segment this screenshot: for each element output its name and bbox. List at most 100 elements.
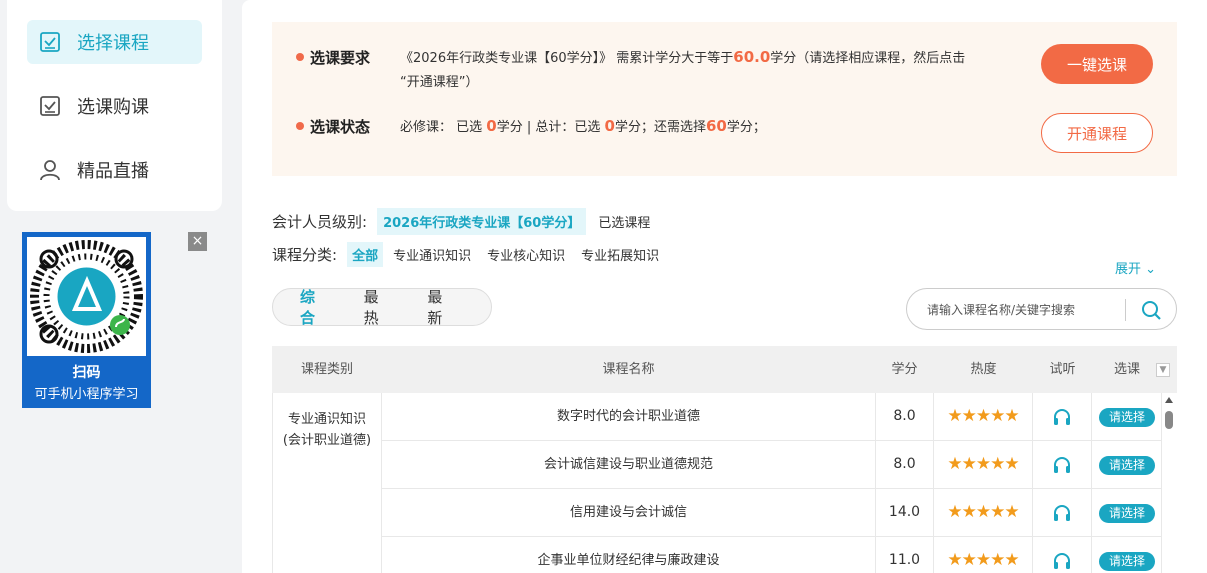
select-course-button[interactable]: 请选择 [1099,456,1155,475]
category-name: 专业通识知识 [287,412,366,427]
requirement-panel: 选课要求 《2026年行政类专业课【60学分】》 需累计学分大于等于60.0学分… [272,22,1177,176]
sort-tab-newest[interactable]: 最新 [427,286,457,328]
status-text-part: 学分 | 总计：已选 [496,120,601,135]
sort-tab-overall[interactable]: 综合 [300,286,330,328]
select-course-button[interactable]: 请选择 [1099,552,1155,571]
category-cell: 专业通识知识 (会计职业道德) [272,393,382,573]
level-chip[interactable]: 2026年行政类专业课【60学分】 [377,208,587,235]
requirement-text: 《2026年行政类专业课【60学分】》 需累计学分大于等于60.0学分（请选择相… [400,45,1020,95]
select-cell: 请选择 [1092,537,1162,573]
star-rating: ★★★★★ [934,441,1033,488]
scroll-thumb[interactable] [1165,411,1173,429]
status-text: 必修课： 已选 0学分 | 总计：已选 0学分；还需选择60学分； [400,114,1000,140]
search-box [906,288,1177,330]
checkbox-icon [39,95,61,117]
headphone-icon[interactable] [1033,489,1092,536]
sidebar-item-select-course[interactable]: 选择课程 [27,20,202,64]
table-row: 会计诚信建设与职业道德规范 8.0 ★★★★★ 请选择 [382,441,1162,489]
select-course-button[interactable]: 请选择 [1099,504,1155,523]
table-scrollbar[interactable] [1162,393,1177,573]
level-filter: 会计人员级别: 2026年行政类专业课【60学分】 已选课程 [272,208,666,235]
headphone-icon[interactable] [1033,393,1092,440]
select-cell: 请选择 [1092,489,1162,536]
qr-code-image [27,237,146,356]
level-label: 会计人员级别: [272,213,368,231]
course-credit: 14.0 [875,489,934,536]
qr-title: 扫码 [72,365,101,381]
header-credit: 学分 [891,362,918,377]
close-icon[interactable]: × [188,232,207,251]
sidebar-item-label: 选择课程 [77,33,149,54]
status-label: 选课状态 [310,118,371,136]
category-option-general[interactable]: 专业通识知识 [393,245,471,264]
sort-tabs: 综合 最热 最新 [272,286,492,328]
header-name: 课程名称 [602,362,655,377]
star-rating: ★★★★★ [934,537,1033,573]
sidebar-item-buy-course[interactable]: 选课购课 [27,84,202,128]
table-row: 信用建设与会计诚信 14.0 ★★★★★ 请选择 [382,489,1162,537]
scroll-up-icon[interactable] [1165,397,1173,403]
select-cell: 请选择 [1092,441,1162,488]
star-rating: ★★★★★ [934,393,1033,440]
required-credits: 60.0 [733,48,771,66]
headphone-icon[interactable] [1033,537,1092,573]
header-select: 选课 [1113,362,1140,377]
course-name: 数字时代的会计职业道德 [556,409,700,424]
category-sub: (会计职业道德) [282,433,372,448]
course-name: 企事业单位财经纪律与廉政建设 [537,553,720,568]
course-credit: 8.0 [875,393,934,440]
expand-toggle[interactable]: 展开 ⌄ [1115,258,1156,277]
user-icon [39,159,61,181]
category-option-extend[interactable]: 专业拓展知识 [581,245,659,264]
table-row: 企事业单位财经纪律与廉政建设 11.0 ★★★★★ 请选择 [382,537,1162,573]
bullet-dot [296,53,304,61]
requirement-text-after: 学分（请选择相应课程，然后点击 [770,51,966,66]
sidebar-item-label: 精品直播 [77,161,149,182]
headphone-icon[interactable] [1033,441,1092,488]
qr-code-panel: 扫码 可手机小程序学习 [22,232,151,408]
category-option-all[interactable]: 全部 [347,242,384,267]
required-selected-credits: 0 [486,117,497,135]
requirement-text-before: 《2026年行政类专业课【60学分】》 需累计学分大于等于 [400,51,734,66]
star-rating: ★★★★★ [934,489,1033,536]
total-selected-credits: 0 [604,117,615,135]
main-content: 选课要求 《2026年行政类专业课【60学分】》 需累计学分大于等于60.0学分… [242,0,1207,573]
table-row: 数字时代的会计职业道德 8.0 ★★★★★ 请选择 [382,393,1162,441]
category-option-core[interactable]: 专业核心知识 [487,245,565,264]
sidebar-item-live[interactable]: 精品直播 [27,148,202,192]
course-credit: 8.0 [875,441,934,488]
sort-tab-hottest[interactable]: 最热 [364,286,394,328]
status-text-part: 学分； [726,120,766,135]
course-name: 信用建设与会计诚信 [569,505,687,520]
category-filter: 课程分类: 全部 专业通识知识 专业核心知识 专业拓展知识 [272,242,675,267]
bullet-dot [296,122,304,130]
checkbox-icon [39,31,61,53]
qr-subtitle: 可手机小程序学习 [34,387,139,402]
category-label: 课程分类: [272,246,338,264]
search-icon[interactable] [1140,299,1162,321]
header-category: 课程类别 [300,362,353,377]
expand-label: 展开 [1115,262,1142,277]
remaining-credits: 60 [705,117,727,135]
sidebar-item-label: 选课购课 [77,97,149,118]
requirement-text-line2: “开通课程”） [400,75,479,90]
requirement-label: 选课要求 [310,49,371,67]
dropdown-icon[interactable]: ▼ [1156,363,1170,377]
course-name: 会计诚信建设与职业道德规范 [543,457,713,472]
header-trial: 试听 [1049,362,1076,377]
table-header: 课程类别 课程名称 学分 热度 试听 选课 ▼ [272,346,1177,393]
search-input[interactable] [927,299,1117,321]
course-credit: 11.0 [875,537,934,573]
select-cell: 请选择 [1092,393,1162,440]
one-click-select-button[interactable]: 一键选课 [1041,44,1153,84]
search-divider [1125,299,1126,321]
open-course-button[interactable]: 开通课程 [1041,113,1153,153]
selected-courses-link[interactable]: 已选课程 [598,212,650,231]
status-text-part: 必修课： 已选 [400,120,483,135]
status-text-part: 学分；还需选择 [614,120,706,135]
header-hot: 热度 [970,362,997,377]
sidebar-nav: 选择课程 选课购课 精品直播 [7,0,222,211]
course-table: 课程类别 课程名称 学分 热度 试听 选课 ▼ 专业通识知识 (会计职业道德) … [272,346,1177,573]
select-course-button[interactable]: 请选择 [1099,408,1155,427]
chevron-down-icon: ⌄ [1145,262,1157,277]
